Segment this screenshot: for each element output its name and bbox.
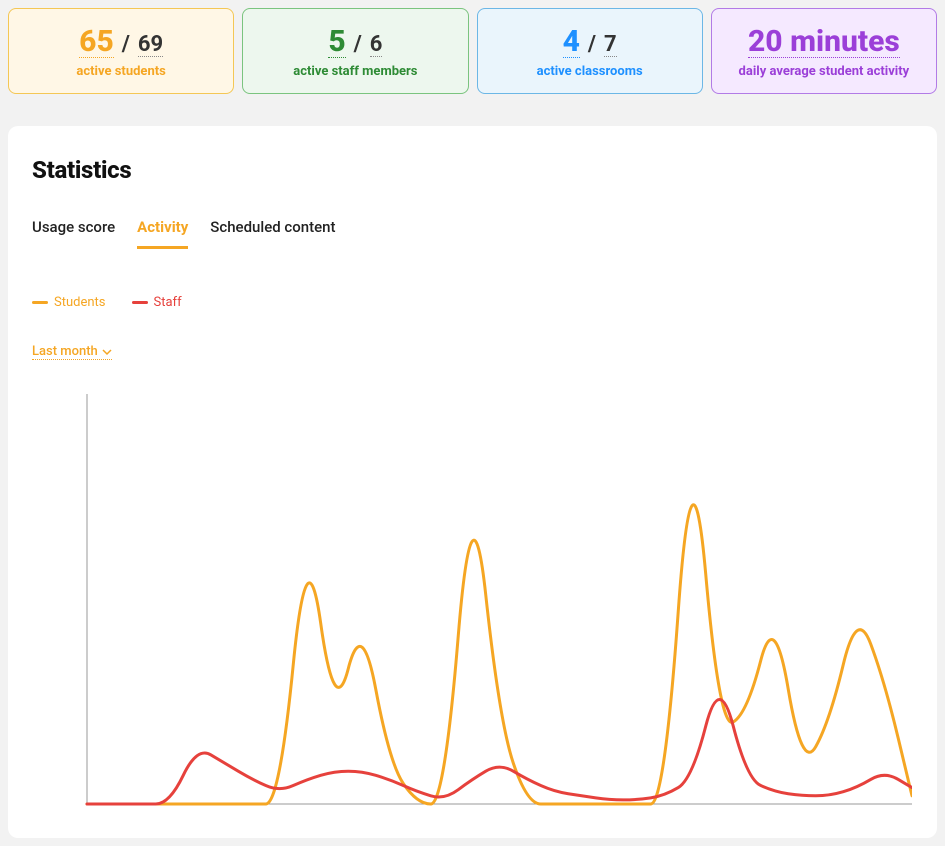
legend-label: Students	[54, 295, 106, 310]
value-separator: /	[354, 32, 362, 57]
chart-legend: Students Staff	[32, 295, 913, 310]
card-value: 20 minutes	[748, 27, 900, 58]
time-range-label: Last month	[32, 344, 98, 359]
card-active-students: 65 / 69 active students	[8, 8, 234, 94]
legend-swatch-students	[32, 301, 48, 304]
card-active-classrooms: 4 / 7 active classrooms	[477, 8, 703, 94]
card-active-staff: 5 / 6 active staff members	[242, 8, 468, 94]
card-value: 4	[563, 27, 580, 58]
chart-svg	[32, 384, 912, 814]
statistics-panel: Statistics Usage score Activity Schedule…	[8, 126, 937, 838]
card-caption: active students	[19, 64, 223, 79]
card-value: 5	[328, 27, 345, 58]
legend-label: Staff	[154, 295, 182, 310]
value-separator: /	[122, 32, 130, 57]
card-total: 7	[604, 34, 617, 57]
tab-usage-score[interactable]: Usage score	[32, 218, 115, 249]
series-students	[87, 505, 912, 804]
legend-students: Students	[32, 295, 106, 310]
card-daily-average: 20 minutes daily average student activit…	[711, 8, 937, 94]
tab-activity[interactable]: Activity	[137, 218, 188, 249]
legend-swatch-staff	[132, 301, 148, 304]
value-separator: /	[588, 32, 596, 57]
card-total: 6	[370, 34, 383, 57]
card-value: 65	[79, 27, 114, 58]
card-caption: daily average student activity	[722, 64, 926, 79]
card-total: 69	[138, 34, 163, 57]
activity-chart	[32, 384, 913, 814]
card-caption: active staff members	[253, 64, 457, 79]
panel-title: Statistics	[32, 156, 913, 184]
statistics-tabs: Usage score Activity Scheduled content	[32, 218, 913, 249]
card-caption: active classrooms	[488, 64, 692, 79]
series-staff	[87, 699, 912, 804]
chevron-down-icon	[102, 347, 112, 357]
legend-staff: Staff	[132, 295, 182, 310]
tab-scheduled-content[interactable]: Scheduled content	[210, 218, 335, 249]
time-range-selector[interactable]: Last month	[32, 344, 112, 360]
summary-cards: 65 / 69 active students 5 / 6 active sta…	[8, 8, 937, 94]
